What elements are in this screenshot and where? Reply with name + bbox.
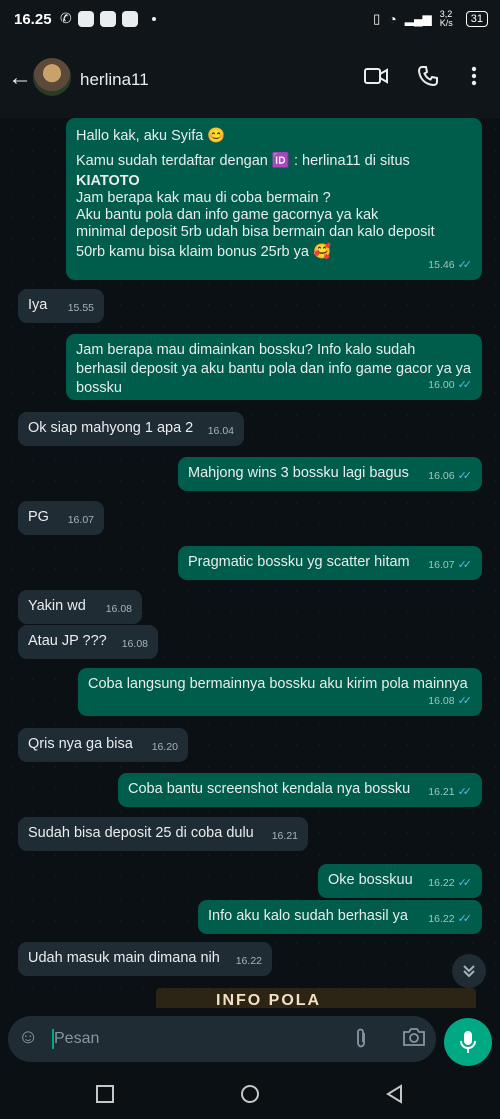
read-ticks-icon: ✓✓ <box>457 259 473 271</box>
message-meta: 16.04 <box>207 425 234 437</box>
incoming-message[interactable]: Atau JP ??? 16.08 <box>18 625 158 659</box>
attach-icon[interactable] <box>354 1027 368 1055</box>
message-meta: 16.21 ✓✓ <box>428 783 472 802</box>
incoming-message[interactable]: Iya 15.55 <box>18 289 104 323</box>
signal-icon: ▂▄▆ <box>404 12 432 26</box>
message-meta: 15.55 <box>67 302 94 314</box>
read-ticks-icon: ✓✓ <box>457 695 473 707</box>
menu-icon[interactable] <box>460 62 488 90</box>
message-meta: 16.06 ✓✓ <box>428 467 472 486</box>
message-meta: 15.46 ✓✓ <box>428 256 472 275</box>
incoming-message[interactable]: Yakin wd 16.08 <box>18 590 142 624</box>
read-ticks-icon: ✓✓ <box>457 470 473 482</box>
battery-icon: 31 <box>465 11 488 27</box>
read-ticks-icon: ✓✓ <box>457 877 473 889</box>
read-ticks-icon: ✓✓ <box>457 559 473 571</box>
camera-icon[interactable] <box>402 1027 426 1052</box>
chat-header: ← herlina11 <box>0 40 500 118</box>
incoming-message[interactable]: Sudah bisa deposit 25 di coba dulu 16.21 <box>18 817 308 851</box>
outgoing-message[interactable]: Oke bosskuu 16.22 ✓✓ <box>318 864 482 898</box>
status-bar: 16.25 ✆ ▯ ◔ ▂▄▆ 3,2 K/s 31 <box>0 0 500 40</box>
incoming-message[interactable]: Udah masuk main dimana nih 16.22 <box>18 942 272 976</box>
incoming-message[interactable]: Qris nya ga bisa 16.20 <box>18 728 188 762</box>
image-message-preview[interactable]: INFO POLA <box>156 988 476 1008</box>
message-composer: ☺ Pesan <box>0 1008 500 1068</box>
message-meta: 16.08 ✓✓ <box>428 692 472 711</box>
system-icons: ▯ ◔ ▂▄▆ 3,2 K/s 31 <box>373 10 488 28</box>
contact-name[interactable]: herlina11 <box>80 70 149 90</box>
avatar[interactable] <box>33 58 71 96</box>
read-ticks-icon: ✓✓ <box>457 913 473 925</box>
net-speed: 3,2 K/s <box>439 9 453 28</box>
wifi-icon: ◔ <box>388 11 397 27</box>
video-call-icon[interactable] <box>362 62 390 90</box>
whatsapp-icon: ✆ <box>60 10 72 26</box>
mic-button[interactable] <box>444 1018 492 1066</box>
read-ticks-icon: ✓✓ <box>457 786 473 798</box>
message-meta: 16.08 <box>105 603 132 615</box>
notification-icons: ✆ <box>60 10 156 27</box>
outgoing-message[interactable]: Info aku kalo sudah berhasil ya 16.22 ✓✓ <box>198 900 482 934</box>
outgoing-message[interactable]: Mahjong wins 3 bossku lagi bagus 16.06 ✓✓ <box>178 457 482 491</box>
message-meta: 16.00 ✓✓ <box>428 376 472 395</box>
scroll-down-button[interactable] <box>452 954 486 988</box>
chat-area[interactable]: Hallo kak, aku Syifa 😊 Kamu sudah terdaf… <box>0 118 500 1008</box>
image-preview-text: INFO POLA <box>216 992 322 1008</box>
message-meta: 16.20 <box>151 741 178 753</box>
app-icon <box>121 10 138 27</box>
vibrate-icon: ▯ <box>373 11 381 26</box>
mic-icon <box>460 1031 476 1053</box>
android-nav-bar <box>0 1068 500 1119</box>
outgoing-message[interactable]: Coba langsung bermainnya bossku aku kiri… <box>78 668 482 716</box>
outgoing-message[interactable]: Hallo kak, aku Syifa 😊 Kamu sudah terdaf… <box>66 118 482 280</box>
message-meta: 16.21 <box>271 830 298 842</box>
back-icon[interactable] <box>385 1084 405 1104</box>
home-icon[interactable] <box>240 1084 260 1104</box>
message-meta: 16.08 <box>121 638 148 650</box>
incoming-message[interactable]: PG 16.07 <box>18 501 104 535</box>
double-chevron-down-icon <box>463 965 475 978</box>
status-time: 16.25 <box>14 11 52 28</box>
read-ticks-icon: ✓✓ <box>457 379 473 391</box>
message-meta: 16.07 <box>67 514 94 526</box>
emoji-icon[interactable]: ☺ <box>18 1026 38 1049</box>
outgoing-message[interactable]: Coba bantu screenshot kendala nya bossku… <box>118 773 482 807</box>
message-placeholder: Pesan <box>54 1030 100 1047</box>
message-meta: 16.22 ✓✓ <box>428 910 472 929</box>
back-arrow-icon[interactable]: ← <box>8 64 32 92</box>
message-meta: 16.07 ✓✓ <box>428 556 472 575</box>
more-notifications-icon <box>151 16 156 21</box>
recent-apps-icon[interactable] <box>95 1084 115 1104</box>
outgoing-message[interactable]: Jam berapa mau dimainkan bossku? Info ka… <box>66 334 482 400</box>
outgoing-message[interactable]: Pragmatic bossku yg scatter hitam 16.07 ✓… <box>178 546 482 580</box>
message-input[interactable]: ☺ Pesan <box>8 1016 436 1062</box>
message-meta: 16.22 <box>235 955 262 967</box>
message-meta: 16.22 ✓✓ <box>428 874 472 893</box>
app-icon <box>77 10 94 27</box>
voice-call-icon[interactable] <box>414 62 442 90</box>
incoming-message[interactable]: Ok siap mahyong 1 apa 2 16.04 <box>18 412 244 446</box>
app-icon <box>99 10 116 27</box>
